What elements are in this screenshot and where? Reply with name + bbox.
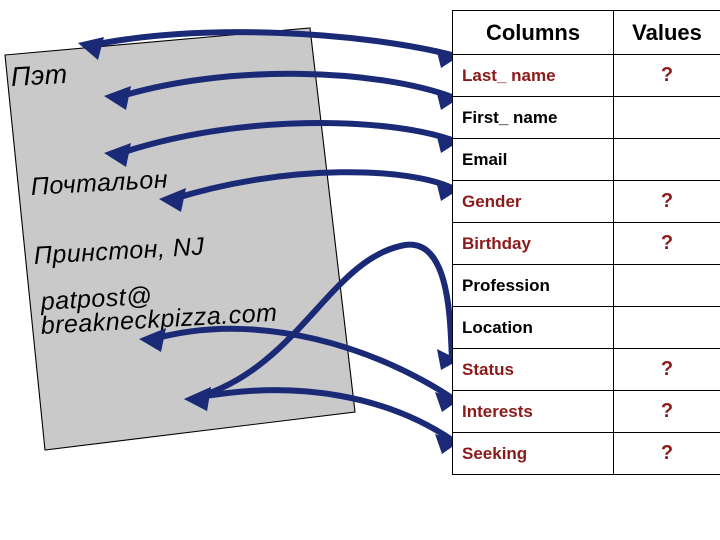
- row-column-label: Location: [452, 306, 614, 349]
- table-row[interactable]: Location: [452, 306, 720, 349]
- row-value: [613, 138, 720, 181]
- row-value: [613, 306, 720, 349]
- row-value: ?: [613, 54, 720, 97]
- table-row[interactable]: Interests ?: [452, 390, 720, 433]
- columns-values-table: Columns Values Last_ name ? First_ name …: [452, 10, 720, 475]
- card-city: Принстон, NJ: [33, 232, 206, 270]
- row-column-label: Gender: [452, 180, 614, 223]
- arrow-interests: [139, 325, 459, 412]
- row-value: ?: [613, 348, 720, 391]
- row-column-label: Birthday: [452, 222, 614, 265]
- header-values: Values: [613, 10, 720, 55]
- row-column-label: Email: [452, 138, 614, 181]
- table-row[interactable]: First_ name: [452, 96, 720, 139]
- slide-canvas: Пэт Почтальон Принстон, NJ patpost@ brea…: [0, 0, 720, 540]
- row-value: [613, 264, 720, 307]
- arrow-first-name: [104, 70, 458, 110]
- card-name: Пэт: [10, 58, 69, 92]
- arrow-head-left: [104, 143, 131, 167]
- arrow-email: [104, 120, 458, 167]
- table-row[interactable]: Gender ?: [452, 180, 720, 223]
- table-row[interactable]: Last_ name ?: [452, 54, 720, 97]
- table-row[interactable]: Seeking ?: [452, 432, 720, 475]
- row-column-label: First_ name: [452, 96, 614, 139]
- table-row[interactable]: Status ?: [452, 348, 720, 391]
- row-value: ?: [613, 432, 720, 475]
- card-job-title: Почтальон: [30, 165, 169, 201]
- row-value: [613, 96, 720, 139]
- row-column-label: Interests: [452, 390, 614, 433]
- table-row[interactable]: Birthday ?: [452, 222, 720, 265]
- header-columns: Columns: [452, 10, 614, 55]
- arrow-head-left: [184, 387, 211, 411]
- arrow-head-left: [104, 86, 131, 110]
- table-row[interactable]: Profession: [452, 264, 720, 307]
- row-column-label: Profession: [452, 264, 614, 307]
- arrow-seeking: [184, 387, 459, 454]
- arrow-last-name: [78, 29, 458, 68]
- table-body: Columns Values Last_ name ? First_ name …: [452, 10, 720, 475]
- table-row[interactable]: Email: [452, 138, 720, 181]
- arrow-head-left: [184, 387, 211, 411]
- row-value: ?: [613, 180, 720, 223]
- row-column-label: Status: [452, 348, 614, 391]
- row-value: ?: [613, 390, 720, 433]
- row-value: ?: [613, 222, 720, 265]
- table-header-row: Columns Values: [452, 10, 720, 55]
- arrow-head-left: [78, 37, 104, 60]
- arrow-gender: [159, 169, 458, 212]
- row-column-label: Seeking: [452, 432, 614, 475]
- row-column-label: Last_ name: [452, 54, 614, 97]
